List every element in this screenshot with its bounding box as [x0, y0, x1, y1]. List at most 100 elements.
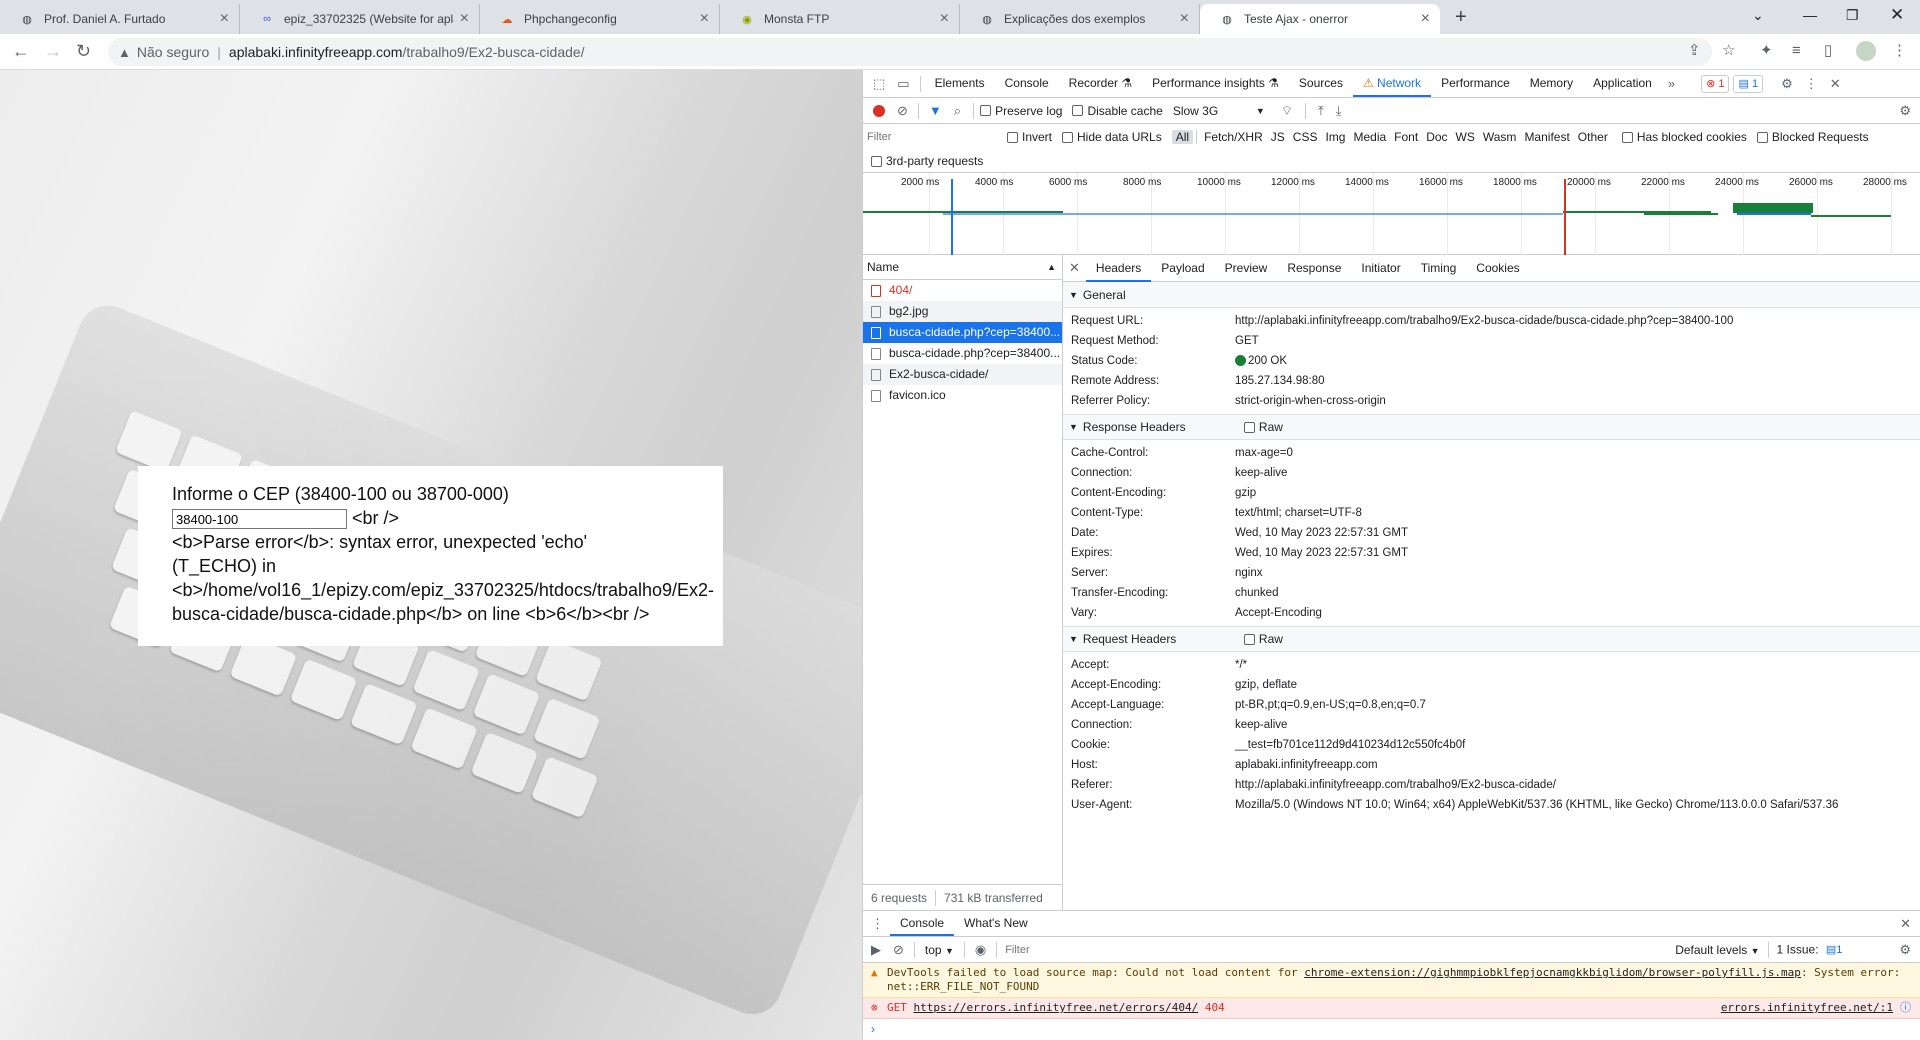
filter-type[interactable]: Wasm [1479, 130, 1521, 144]
checkbox[interactable] [1062, 131, 1074, 143]
tab-cookies[interactable]: Cookies [1466, 255, 1529, 282]
share-icon[interactable]: ⇪ [1688, 42, 1701, 60]
close-tab-icon[interactable]: × [1421, 10, 1430, 28]
console-filter-input[interactable] [1001, 939, 1666, 960]
network-conditions-icon[interactable]: ⌔ [1281, 103, 1293, 119]
tab-sources[interactable]: Sources [1289, 70, 1353, 97]
third-party-checkbox[interactable]: 3rd-party requests [871, 154, 983, 168]
log-levels-select[interactable]: Default levels ▼ [1675, 943, 1759, 957]
tab-initiator[interactable]: Initiator [1351, 255, 1410, 282]
request-row[interactable]: bg2.jpg [863, 301, 1062, 322]
checkbox[interactable] [1072, 105, 1084, 116]
filter-type[interactable]: Font [1390, 130, 1422, 144]
filter-icon[interactable]: ▼ [929, 103, 942, 118]
side-panel-icon[interactable]: ▯ [1824, 42, 1832, 60]
filter-type[interactable]: Manifest [1520, 130, 1573, 144]
cep-input[interactable] [172, 509, 347, 530]
clear-console-icon[interactable]: ⊘ [893, 942, 904, 958]
error-url-link[interactable]: https://errors.infinityfree.net/errors/4… [914, 1001, 1199, 1014]
tab-response[interactable]: Response [1277, 255, 1351, 282]
checkbox[interactable] [980, 105, 992, 116]
browser-tab-active[interactable]: ◍ Teste Ajax - onerror × [1200, 4, 1440, 34]
close-tab-icon[interactable]: × [1180, 10, 1189, 28]
export-har-icon[interactable]: ⤓ [1336, 103, 1342, 119]
throttle-select[interactable]: Slow 3G ▼ [1173, 104, 1265, 118]
blocked-requests-checkbox[interactable]: Blocked Requests [1756, 130, 1869, 144]
tab-memory[interactable]: Memory [1520, 70, 1583, 97]
general-section-header[interactable]: ▼ General [1063, 282, 1920, 308]
filter-type[interactable]: Other [1574, 130, 1612, 144]
settings-icon[interactable]: ⚙ [1781, 76, 1793, 92]
request-row[interactable]: busca-cidade.php?cep=38400... [863, 343, 1062, 364]
browser-tab[interactable]: ☁ Phpchangeconfig × [480, 4, 720, 34]
filter-type[interactable]: WS [1452, 130, 1479, 144]
close-tab-icon[interactable]: × [460, 10, 469, 28]
tab-performance-insights[interactable]: Performance insights ⚗ [1142, 70, 1289, 97]
tab-headers[interactable]: Headers [1085, 255, 1152, 282]
hide-data-urls-checkbox[interactable]: Hide data URLs [1062, 130, 1162, 144]
inspect-icon[interactable]: ⬚ [873, 76, 885, 92]
error-source[interactable]: errors.infinityfree.net/:1 [1721, 1001, 1893, 1014]
sidebar-toggle-icon[interactable]: ▶ [871, 942, 881, 958]
minimize-icon[interactable]: — [1803, 0, 1817, 30]
browser-tab[interactable]: ∞ epiz_33702325 (Website for aplal × [240, 4, 480, 34]
browser-tab[interactable]: ◍ Explicações dos exemplos × [960, 4, 1200, 34]
console-prompt[interactable]: › [863, 1019, 1920, 1039]
filter-type[interactable]: JS [1267, 130, 1289, 144]
new-tab-button[interactable]: + [1455, 4, 1467, 30]
network-settings-icon[interactable]: ⚙ [1899, 103, 1911, 119]
tab-preview[interactable]: Preview [1215, 255, 1278, 282]
request-row[interactable]: busca-cidade.php?cep=38400... [863, 322, 1062, 343]
context-select[interactable]: top ▼ [925, 943, 954, 957]
preserve-log-checkbox[interactable]: Preserve log [980, 104, 1062, 118]
close-window-icon[interactable]: ✕ [1890, 0, 1904, 30]
record-icon[interactable] [873, 104, 885, 117]
device-toolbar-icon[interactable]: ▭ [897, 76, 909, 92]
filter-type[interactable]: CSS [1289, 130, 1322, 144]
tab-console-drawer[interactable]: Console [890, 911, 955, 936]
invert-checkbox[interactable]: Invert [1007, 130, 1052, 144]
request-headers-section-header[interactable]: ▼ Request Headers Raw [1063, 626, 1920, 652]
raw-checkbox[interactable] [1243, 421, 1255, 433]
tab-application[interactable]: Application [1583, 70, 1662, 97]
filter-type[interactable]: Doc [1422, 130, 1451, 144]
checkbox[interactable] [1756, 131, 1768, 143]
tab-network[interactable]: ⚠ Network [1352, 70, 1432, 97]
tab-timing[interactable]: Timing [1411, 255, 1467, 282]
info-icon[interactable]: ⓘ [1900, 1001, 1911, 1015]
checkbox[interactable] [1621, 131, 1633, 143]
has-blocked-cookies-checkbox[interactable]: Has blocked cookies [1621, 130, 1747, 144]
forward-icon[interactable]: → [44, 40, 62, 62]
request-row[interactable]: favicon.ico [863, 385, 1062, 406]
filter-type[interactable]: Fetch/XHR [1200, 130, 1267, 144]
close-details-icon[interactable]: ✕ [1069, 260, 1080, 276]
avatar[interactable] [1856, 41, 1876, 61]
raw-checkbox[interactable] [1243, 633, 1255, 645]
browser-tab[interactable]: ◍ Prof. Daniel A. Furtado × [0, 4, 240, 34]
tab-console[interactable]: Console [995, 70, 1059, 97]
menu-icon[interactable]: ⋮ [1892, 42, 1907, 60]
network-filter-input[interactable] [867, 127, 997, 147]
request-row[interactable]: Ex2-busca-cidade/ [863, 364, 1062, 385]
search-icon[interactable]: ⌕ [954, 103, 961, 119]
tab-payload[interactable]: Payload [1151, 255, 1214, 282]
error-count-badge[interactable]: ⊗ 1 [1701, 74, 1730, 93]
close-tab-icon[interactable]: × [220, 10, 229, 28]
reload-icon[interactable]: ↻ [76, 40, 91, 62]
eye-icon[interactable]: ◉ [975, 942, 986, 958]
source-map-link[interactable]: chrome-extension://gighmmpiobklfepjocnam… [1304, 966, 1801, 979]
tab-search-icon[interactable]: ⌄ [1752, 0, 1764, 30]
extensions-icon[interactable]: ✦ [1760, 42, 1773, 60]
console-settings-icon[interactable]: ⚙ [1899, 942, 1911, 958]
browser-tab[interactable]: ◉ Monsta FTP × [720, 4, 960, 34]
tab-performance[interactable]: Performance [1431, 70, 1520, 97]
star-icon[interactable]: ☆ [1722, 42, 1735, 60]
kebab-menu-icon[interactable]: ⋮ [1805, 76, 1818, 92]
close-tab-icon[interactable]: × [700, 10, 709, 28]
back-icon[interactable]: ← [12, 40, 30, 62]
error-source-link[interactable]: errors.infinityfree.net/:1 [1721, 1001, 1893, 1015]
maximize-icon[interactable]: ❐ [1846, 0, 1859, 30]
request-row[interactable]: 404/ [863, 280, 1062, 301]
filter-type[interactable]: Img [1321, 130, 1349, 144]
close-drawer-icon[interactable]: ✕ [1900, 916, 1911, 932]
